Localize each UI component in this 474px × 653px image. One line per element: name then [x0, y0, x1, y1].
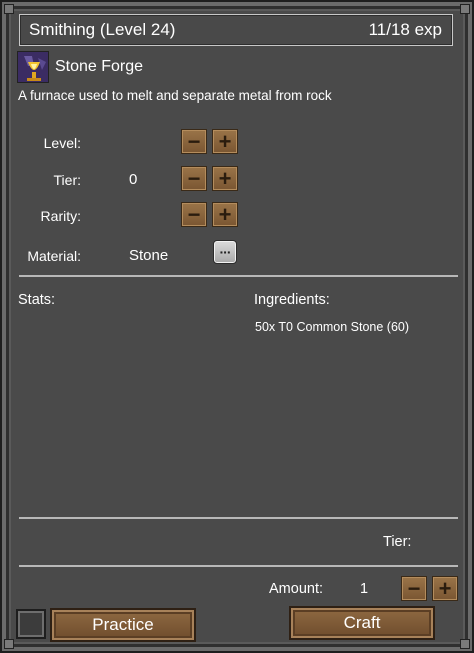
- tier-value: 0: [129, 171, 138, 188]
- amount-value: 1: [360, 581, 369, 597]
- window-title: Smithing (Level 24): [29, 20, 176, 39]
- item-description: A furnace used to melt and separate meta…: [18, 88, 332, 103]
- amount-label: Amount:: [269, 581, 323, 597]
- divider: [19, 517, 458, 519]
- result-tier-label: Tier:: [383, 534, 412, 550]
- divider: [19, 275, 458, 277]
- item-name: Stone Forge: [55, 58, 144, 75]
- frame-corner: [460, 4, 470, 14]
- amount-increase-button[interactable]: +: [432, 576, 458, 601]
- frame-corner: [4, 639, 14, 649]
- tier-increase-button[interactable]: +: [212, 166, 238, 191]
- title-bar: Smithing (Level 24) 11/18 exp: [19, 14, 453, 46]
- repeat-checkbox[interactable]: [16, 609, 46, 639]
- rarity-increase-button[interactable]: +: [212, 202, 238, 227]
- frame-corner: [4, 4, 14, 14]
- tier-label: Tier:: [53, 172, 81, 188]
- practice-button[interactable]: Practice: [50, 608, 196, 642]
- frame-corner: [460, 639, 470, 649]
- divider: [19, 565, 458, 567]
- ingredients-label: Ingredients:: [254, 292, 330, 308]
- tier-decrease-button[interactable]: −: [181, 166, 207, 191]
- forge-icon: [17, 51, 49, 83]
- rarity-label: Rarity:: [40, 208, 81, 224]
- stats-label: Stats:: [18, 292, 56, 308]
- level-label: Level:: [43, 135, 81, 151]
- ingredient-item: 50x T0 Common Stone (60): [255, 320, 410, 334]
- rarity-decrease-button[interactable]: −: [181, 202, 207, 227]
- craft-button[interactable]: Craft: [289, 606, 435, 640]
- smithing-window: Smithing (Level 24) 11/18 exp Stone Forg…: [0, 0, 474, 653]
- level-decrease-button[interactable]: −: [181, 129, 207, 154]
- material-value: Stone: [129, 247, 169, 264]
- item-header: Stone Forge: [17, 51, 143, 83]
- exp-readout: 11/18 exp: [368, 20, 442, 39]
- amount-decrease-button[interactable]: −: [401, 576, 427, 601]
- material-select-button[interactable]: ···: [213, 240, 237, 264]
- material-label: Material:: [27, 248, 81, 264]
- level-increase-button[interactable]: +: [212, 129, 238, 154]
